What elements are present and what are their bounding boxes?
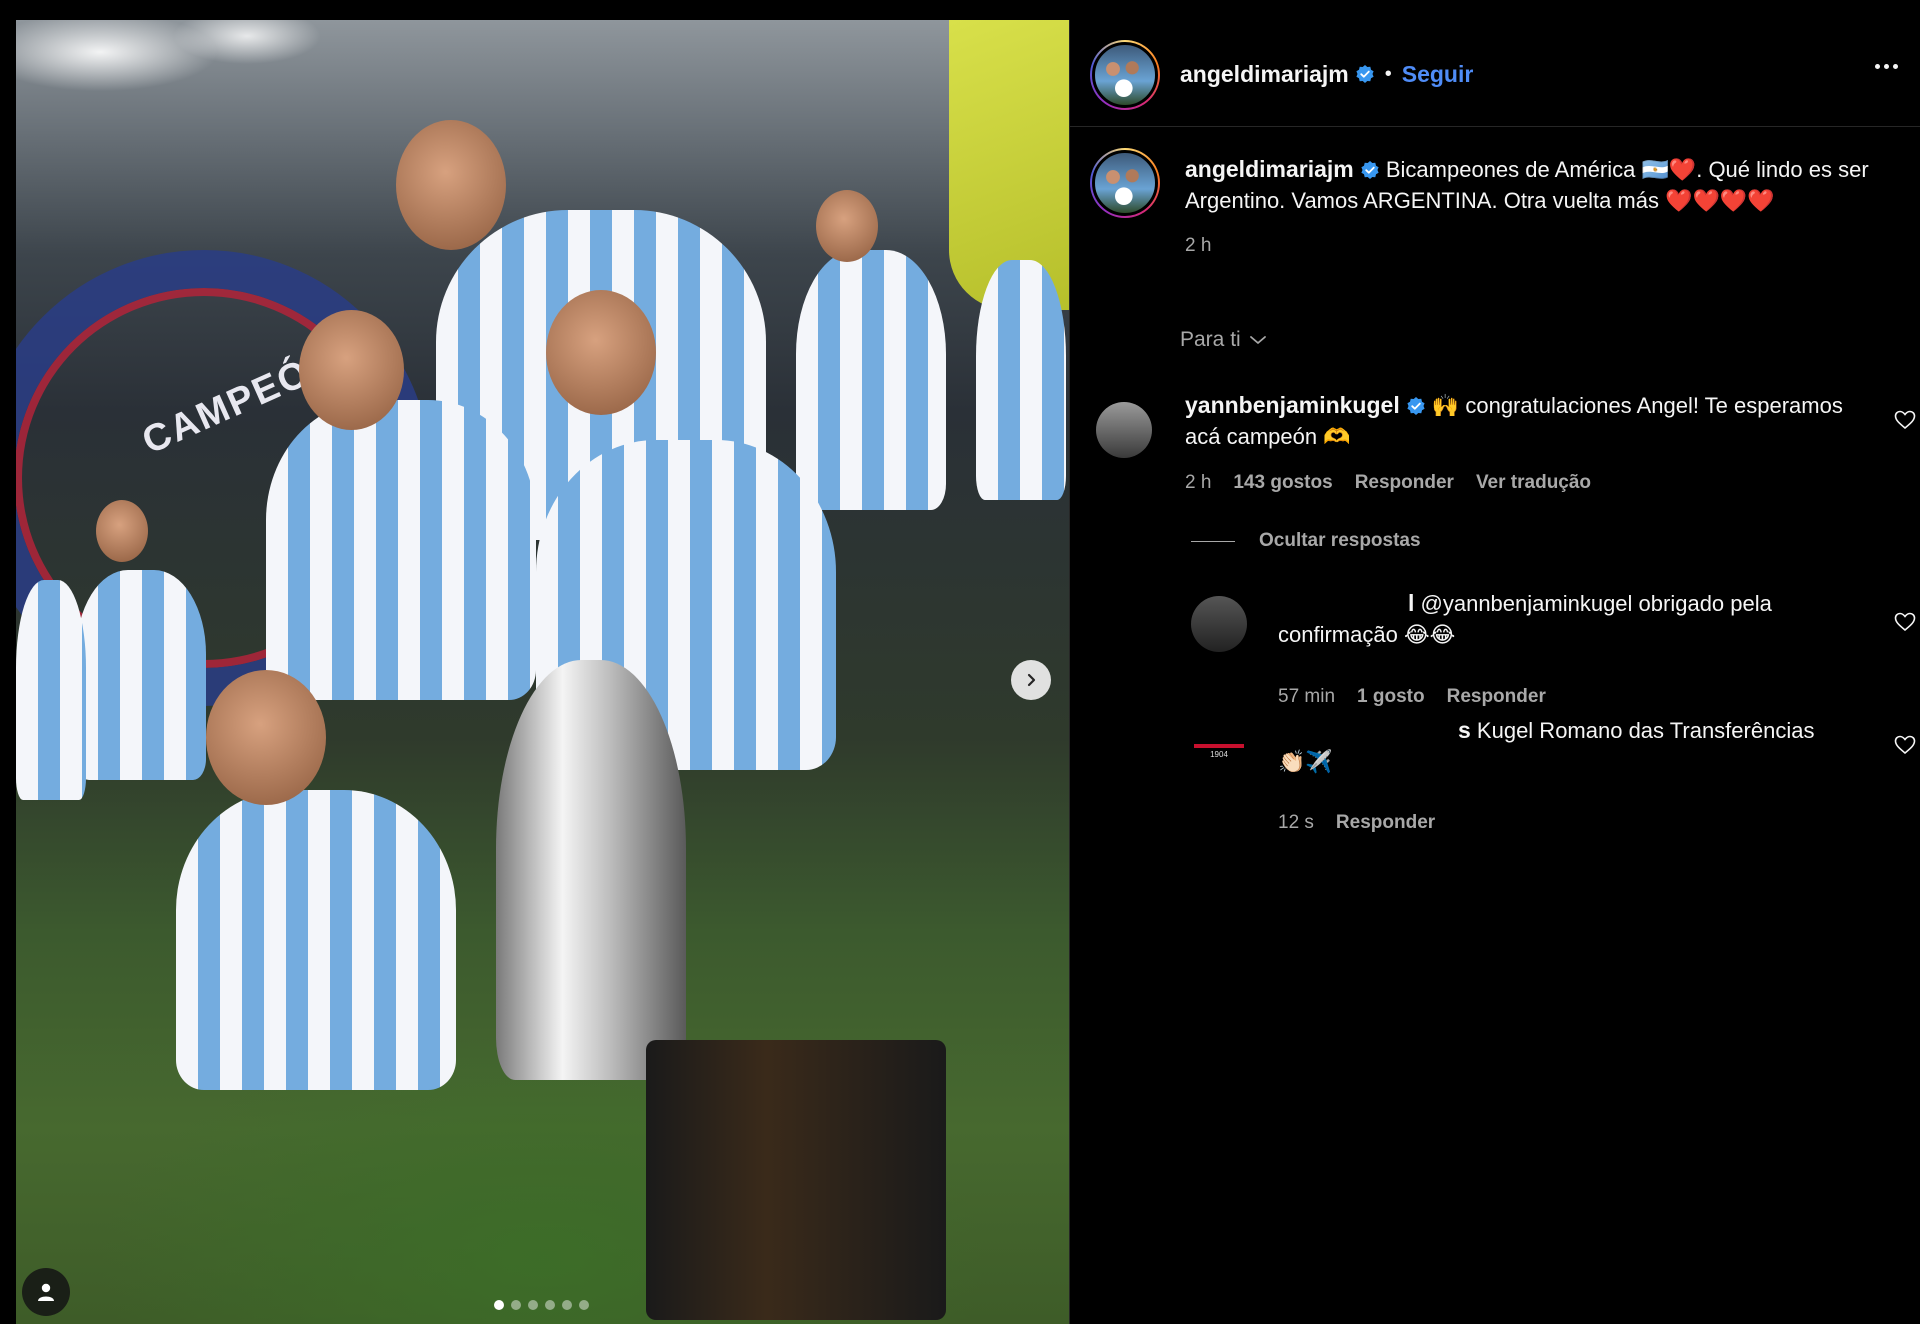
follow-button[interactable]: Seguir [1402,61,1474,88]
tagged-users-button[interactable] [22,1268,70,1316]
comment-reply-button[interactable]: Responder [1355,472,1454,494]
carousel-dot [528,1300,538,1310]
redacted-username [1278,588,1408,619]
kneeling-girl-head [206,670,326,805]
reply-meta: 12 s Responder [1278,812,1435,834]
post-details-panel: angeldimariajm • Seguir angeldimariajm B… [1069,20,1920,1324]
comment-translate-button[interactable]: Ver tradução [1476,472,1591,494]
replier-avatar[interactable] [1191,596,1247,652]
caption-author-avatar-image [1092,150,1158,216]
more-dot [1875,64,1880,69]
hide-replies-button[interactable]: Ocultar respostas [1191,530,1421,552]
comment-meta: 2 h 143 gostos Responder Ver tradução [1185,472,1591,494]
verified-badge-icon [1355,64,1375,84]
avatar-logo-text: 1904 [1210,749,1228,759]
heart-icon [1894,410,1916,430]
author-username[interactable]: angeldimariajm [1180,61,1349,88]
user-icon [38,1283,54,1301]
player-figure [796,250,946,510]
reply-body: s Kugel Romano das Transferências 👏🏻✈️ [1278,715,1878,777]
replier-username-visible[interactable]: l [1408,590,1414,616]
carousel-dot [494,1300,504,1310]
trophy-base [646,1040,946,1320]
caption-author-username[interactable]: angeldimariajm [1185,156,1354,182]
replies-line [1191,540,1235,542]
player-figure [976,260,1066,500]
carousel-dot [511,1300,521,1310]
reply-likes-count[interactable]: 1 gosto [1357,686,1425,708]
comment-body: yannbenjaminkugel 🙌 congratulaciones Ang… [1185,390,1875,452]
comment-timestamp[interactable]: 2 h [1185,472,1211,494]
reply-meta: 57 min 1 gosto Responder [1278,686,1546,708]
reply-timestamp[interactable]: 12 s [1278,812,1314,834]
girl-head [546,290,656,415]
avatar-stripe [1194,743,1244,748]
chevron-down-icon [1249,336,1266,344]
woman-head [299,310,404,430]
carousel-next-button[interactable] [1011,660,1051,700]
heart-icon [1894,612,1916,632]
reply-like-button[interactable] [1894,735,1916,760]
kneeling-girl-figure [176,790,456,1090]
replier-avatar[interactable]: 1904 [1191,723,1247,779]
player-head [816,190,878,262]
player-figure [76,570,206,780]
reply-text-emojis: 👏🏻✈️ [1278,749,1333,774]
reply-like-button[interactable] [1894,612,1916,637]
header-divider [1069,126,1920,127]
more-dot [1893,64,1898,69]
panel-divider [1069,20,1070,1324]
verified-badge-icon [1360,160,1380,180]
woman-figure [266,400,536,700]
player-figure [16,580,86,800]
caption-author-avatar[interactable] [1090,148,1160,218]
post-media-photo[interactable]: CAMPEÓN [16,20,1069,1324]
stadium-lights [16,20,436,180]
post-header: angeldimariajm • Seguir [1180,40,1473,108]
reply-timestamp[interactable]: 57 min [1278,686,1335,708]
redacted-username [1278,715,1458,746]
instagram-post-view: CAMPEÓN angeldimariajm • Seguir angeldim… [0,0,1920,1324]
chevron-right-icon [1027,673,1036,687]
carousel-dot [545,1300,555,1310]
carousel-indicator [494,1300,589,1310]
commenter-avatar[interactable] [1096,402,1152,458]
author-avatar[interactable] [1090,40,1160,110]
comment-sort-label: Para ti [1180,328,1241,351]
author-avatar-image [1092,42,1158,108]
replier-username-visible[interactable]: s [1458,717,1471,743]
reply-body: l @yannbenjaminkugel obrigado pela confi… [1278,588,1878,650]
reply-reply-button[interactable]: Responder [1336,812,1435,834]
header-separator: • [1384,62,1392,85]
player-head [96,500,148,562]
comment-like-button[interactable] [1894,410,1916,435]
commenter-username[interactable]: yannbenjaminkugel [1185,392,1400,418]
verified-badge-icon [1406,396,1426,416]
reply-text: Kugel Romano das Transferências [1476,718,1815,743]
comment-likes-count[interactable]: 143 gostos [1233,472,1332,494]
hide-replies-label: Ocultar respostas [1259,530,1421,551]
comment-sort-dropdown[interactable]: Para ti [1180,328,1267,352]
caption-timestamp[interactable]: 2 h [1185,235,1211,256]
more-dot [1884,64,1889,69]
man-head [396,120,506,250]
carousel-dot [579,1300,589,1310]
carousel-dot [562,1300,572,1310]
copa-america-trophy [496,660,686,1080]
reply-reply-button[interactable]: Responder [1447,686,1546,708]
more-options-button[interactable] [1871,56,1902,77]
post-caption: angeldimariajm Bicampeones de América 🇦🇷… [1185,154,1885,261]
heart-icon [1894,735,1916,755]
